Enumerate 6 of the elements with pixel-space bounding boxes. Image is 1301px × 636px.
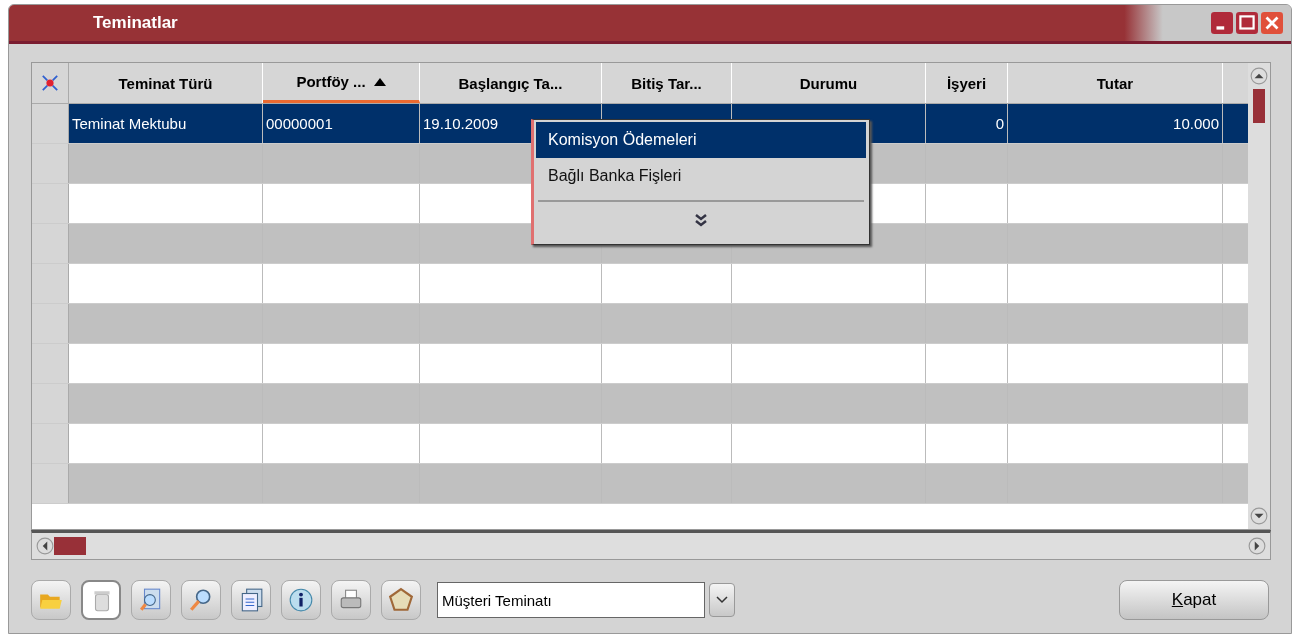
table-cell: 10.000: [1173, 115, 1219, 132]
table-cell: 00000001: [266, 115, 333, 132]
table-cell: Teminat Mektubu: [72, 115, 187, 132]
table-cell: 19.10.2009: [423, 115, 499, 132]
window-title: Teminatlar: [93, 13, 178, 33]
table-cell: 0: [995, 115, 1004, 132]
